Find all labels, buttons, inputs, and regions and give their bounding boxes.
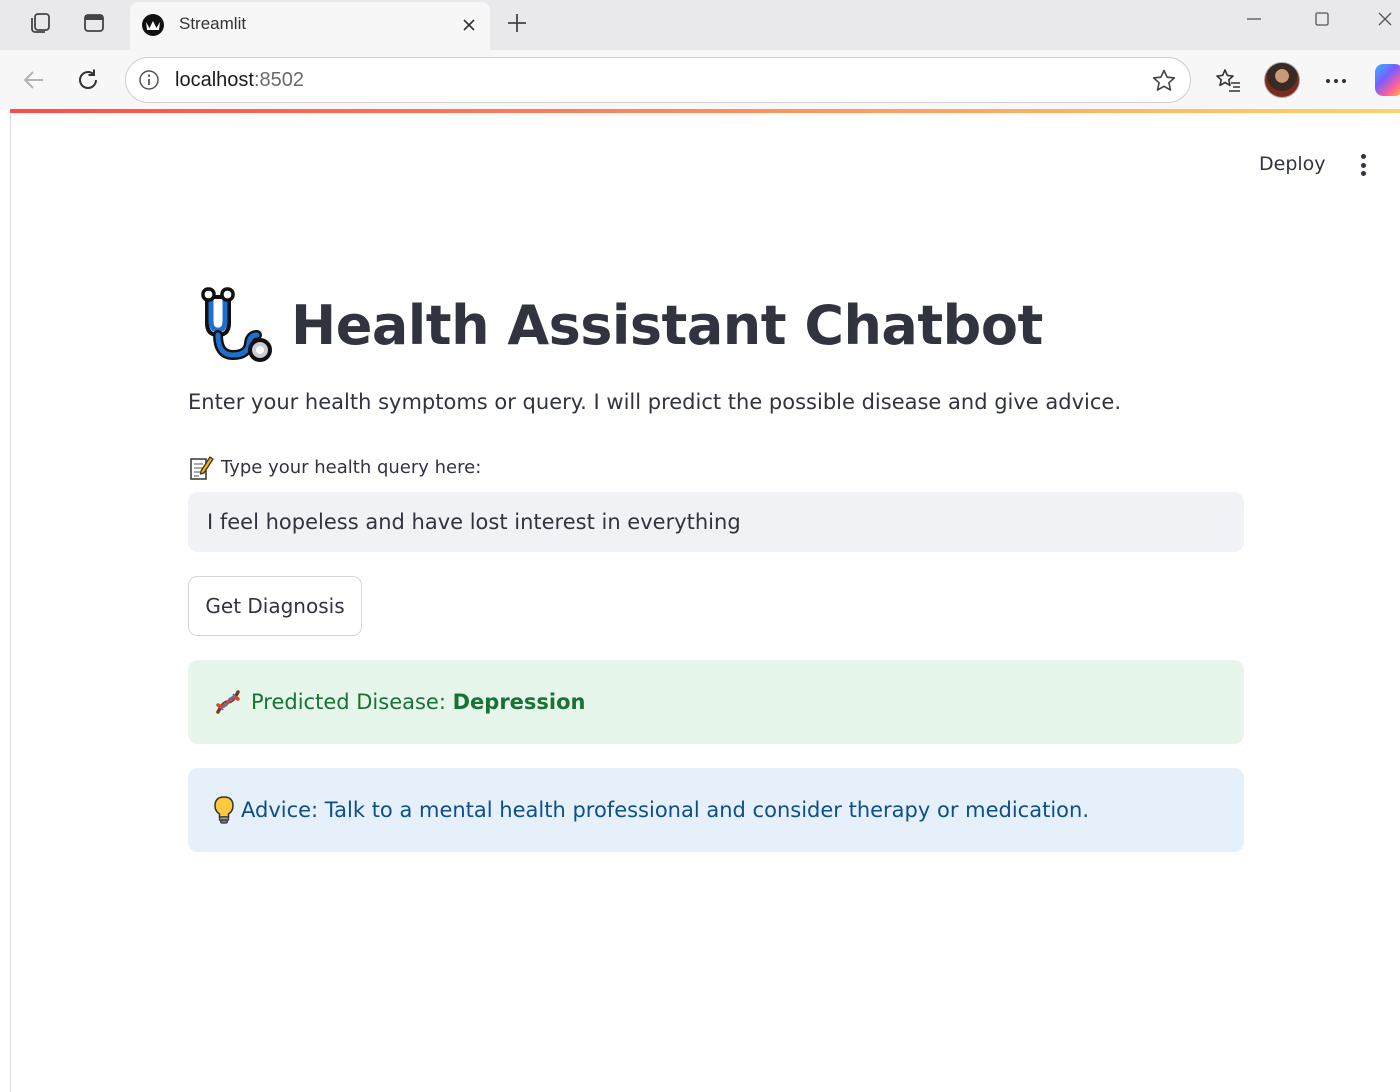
streamlit-logo-icon (142, 14, 164, 36)
minimize-icon[interactable] (1234, 4, 1274, 34)
refresh-icon[interactable] (72, 64, 104, 96)
maximize-icon[interactable] (1302, 4, 1342, 34)
app-page: Deploy Health Assistant Chatbot Enter yo… (10, 113, 1400, 1092)
vertical-tabs-icon[interactable] (79, 8, 109, 38)
more-options-icon[interactable] (1319, 64, 1353, 98)
query-input-label: Type your health query here: (188, 454, 481, 480)
site-info-icon[interactable] (137, 68, 161, 92)
new-tab-plus-icon[interactable] (502, 8, 532, 38)
dna-icon (216, 690, 240, 714)
favorites-list-icon[interactable] (1211, 64, 1245, 98)
page-title: Health Assistant Chatbot (193, 285, 1043, 365)
url-host: localhost (175, 69, 254, 91)
url-text[interactable]: localhost:8502 (175, 69, 304, 92)
favorite-star-icon[interactable] (1150, 67, 1178, 95)
query-input-label-text: Type your health query here: (221, 456, 482, 478)
browser-toolbar: localhost:8502 (0, 50, 1400, 110)
prediction-success-alert: Predicted Disease: Depression (188, 660, 1244, 744)
back-arrow-icon[interactable] (18, 64, 50, 96)
close-icon[interactable] (456, 12, 482, 38)
tab-title: Streamlit (179, 14, 247, 33)
main-menu-kebab-icon[interactable] (1351, 151, 1375, 179)
active-tab[interactable]: Streamlit (130, 2, 490, 50)
workspaces-icon[interactable] (25, 8, 55, 38)
health-query-input[interactable] (188, 492, 1244, 552)
advice-text: Advice: Talk to a mental health professi… (241, 798, 1089, 822)
stethoscope-icon (201, 287, 272, 362)
predicted-disease: Depression (452, 690, 586, 714)
advice-info-alert: Advice: Talk to a mental health professi… (188, 768, 1244, 852)
address-bar[interactable]: localhost:8502 (125, 57, 1191, 103)
copilot-icon[interactable] (1375, 64, 1400, 96)
window-close-icon[interactable] (1370, 4, 1400, 34)
prediction-prefix: Predicted Disease: (251, 690, 453, 714)
memo-icon (190, 456, 214, 480)
url-port: :8502 (253, 69, 304, 91)
app-title: Health Assistant Chatbot (291, 293, 1043, 357)
deploy-button[interactable]: Deploy (1249, 149, 1336, 179)
app-description: Enter your health symptoms or query. I w… (188, 390, 1121, 414)
light-bulb-icon (214, 796, 234, 824)
get-diagnosis-button[interactable]: Get Diagnosis (188, 576, 362, 636)
profile-avatar[interactable] (1264, 62, 1300, 98)
browser-tab-bar: Streamlit (0, 0, 1400, 50)
